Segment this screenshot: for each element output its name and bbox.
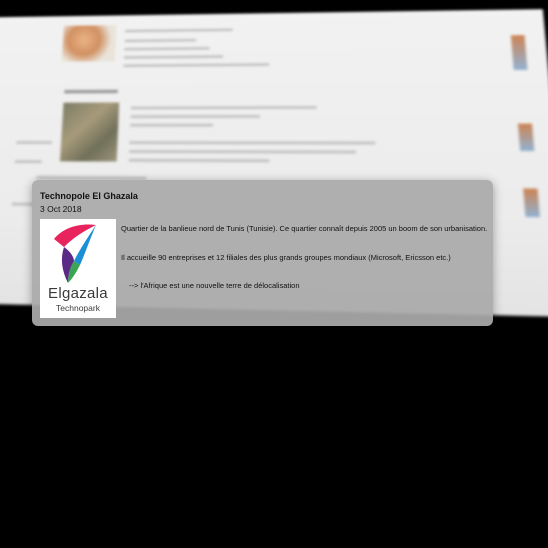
description-paragraph: Il accueille 90 entreprises et 12 filial…: [121, 253, 451, 262]
background-thumbnail: [510, 35, 528, 70]
background-text-line: [14, 160, 42, 164]
background-photo: [59, 102, 120, 162]
logo-name: Elgazala: [48, 285, 108, 302]
background-text-line: [123, 55, 224, 59]
background-map-image: [61, 25, 117, 62]
popup-date: 3 Oct 2018: [40, 204, 82, 214]
background-text-line: [124, 47, 210, 51]
background-text-line: [124, 28, 233, 33]
logo-subtitle: Technopark: [56, 303, 100, 313]
detail-popup-card[interactable]: Technopole El Ghazala 3 Oct 2018 Elgazal…: [32, 180, 493, 326]
background-text-line: [128, 158, 270, 163]
background-text-line: [130, 115, 260, 118]
popup-title: Technopole El Ghazala: [40, 191, 138, 201]
background-thumbnail: [517, 123, 535, 152]
background-text-line: [128, 150, 357, 154]
background-text-line: [124, 38, 197, 43]
description-paragraph: Quartier de la banlieue nord de Tunis (T…: [121, 224, 488, 233]
background-text-line: [130, 123, 214, 127]
background-text-line: [16, 141, 53, 144]
background-thumbnail: [523, 188, 540, 218]
background-text-line: [129, 141, 376, 145]
background-text-line: [130, 106, 317, 110]
background-heading: [64, 89, 118, 94]
conclusion-paragraph: --> l'Afrique est une nouvelle terre de …: [129, 281, 300, 290]
elgazala-logo-icon: [54, 224, 96, 283]
background-text-line: [123, 63, 270, 68]
logo-image: Elgazala Technopark: [40, 219, 116, 318]
screen: Technopole El Ghazala 3 Oct 2018 Elgazal…: [0, 0, 548, 548]
